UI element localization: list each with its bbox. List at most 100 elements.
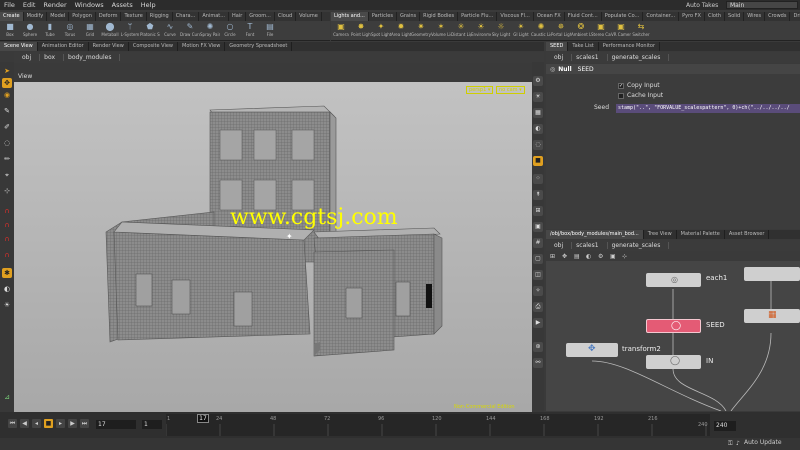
- spot-light-tool[interactable]: ✦ Spot Light: [371, 21, 391, 40]
- shelf-tab-7[interactable]: Chara...: [173, 12, 200, 21]
- shelf-tab-4[interactable]: Deform: [96, 12, 122, 21]
- curve-tool[interactable]: ∿ Curve: [160, 21, 180, 40]
- template-icon[interactable]: ■: [533, 156, 543, 166]
- scene-viewport[interactable]: persp1 ▾ no cam ▾ ✦ Non-Commercial Editi…: [14, 82, 532, 412]
- network-tool-icon-7[interactable]: ⊹: [622, 253, 627, 260]
- shelf-tab-right-1[interactable]: Particles: [369, 12, 397, 21]
- network-tab-1[interactable]: Tree View: [644, 230, 677, 239]
- snapshot-icon[interactable]: ⎙: [533, 302, 543, 312]
- shelf-tab-right-7[interactable]: Fluid Cont...: [565, 12, 602, 21]
- network-tool-icon-3[interactable]: ▤: [574, 253, 580, 260]
- menu-render[interactable]: Render: [39, 1, 70, 9]
- display-icon[interactable]: ◐: [2, 284, 12, 294]
- node-name-field[interactable]: SEED: [578, 66, 594, 73]
- node-transform2[interactable]: ✥: [566, 343, 618, 357]
- handle-icon[interactable]: ✥: [2, 78, 12, 88]
- shelf-tab-right-6[interactable]: Ocean FX: [534, 12, 565, 21]
- shelf-tab-6[interactable]: Rigging: [147, 12, 173, 21]
- metaball-tool[interactable]: ⬤ Metaball: [100, 21, 120, 40]
- go-end-icon[interactable]: ⏭: [80, 419, 89, 428]
- gi-light-tool[interactable]: ✴ GI Light: [511, 21, 531, 40]
- lasso-icon[interactable]: ◌: [2, 138, 12, 148]
- prev-key-icon[interactable]: ◂: [32, 419, 41, 428]
- node-copy[interactable]: ▦: [744, 309, 800, 323]
- environment-light-tool[interactable]: ☀Environmen...: [471, 21, 491, 40]
- current-frame-marker[interactable]: 17: [197, 414, 209, 423]
- auto-takes-toggle[interactable]: Auto Takes: [686, 2, 718, 9]
- lighting-icon[interactable]: ☀: [533, 92, 543, 102]
- switcher-tool[interactable]: ⇆ Switcher: [631, 21, 651, 40]
- magnet-curve-icon[interactable]: ∩: [2, 234, 12, 244]
- node-in[interactable]: ◯: [646, 355, 701, 369]
- snap-icon[interactable]: ⊹: [2, 186, 12, 196]
- lsystem-tool[interactable]: ᛘ L-System: [120, 21, 140, 40]
- measure-icon[interactable]: ⌖: [2, 170, 12, 180]
- menu-assets[interactable]: Assets: [108, 1, 137, 9]
- step-back-icon[interactable]: ◀: [20, 419, 29, 428]
- go-start-icon[interactable]: ⏮: [8, 419, 17, 428]
- points-icon[interactable]: ⁘: [533, 174, 543, 184]
- file-tool[interactable]: ▤ File: [260, 21, 280, 40]
- paint-icon[interactable]: ✏: [2, 154, 12, 164]
- stereo-camera-tool[interactable]: ▣Stereo Cam...: [591, 21, 611, 40]
- auto-update-menu[interactable]: Auto Update: [744, 439, 782, 446]
- network-editor[interactable]: ◎ each1 ◯ SEED ◯ IN ✥ transform2 ▦: [546, 261, 800, 411]
- camera-view-icon[interactable]: ▣: [533, 222, 543, 232]
- normals-icon[interactable]: ↟: [533, 190, 543, 200]
- pose-icon[interactable]: ✎: [2, 106, 12, 116]
- area-light-tool[interactable]: ✹ Area Light: [391, 21, 411, 40]
- pane-tab-1[interactable]: Animation Editor: [38, 42, 89, 51]
- menu-windows[interactable]: Windows: [71, 1, 108, 9]
- point-light-tool[interactable]: ✸ Point Light: [351, 21, 371, 40]
- copy-input-checkbox[interactable]: ✓ Copy Input: [618, 82, 660, 89]
- render-icon[interactable]: ⊛: [533, 342, 543, 352]
- pane-tab-5[interactable]: Geometry Spreadsheet: [225, 42, 293, 51]
- pane-tab-right-0[interactable]: SEED: [546, 42, 569, 51]
- params-path-scales1[interactable]: scales1: [572, 54, 608, 61]
- shelf-tab-right-10[interactable]: Pyro FX: [679, 12, 705, 21]
- view-icon[interactable]: ◉: [2, 90, 12, 100]
- pane-tab-0[interactable]: Scene View: [0, 42, 38, 51]
- shelf-tab-1[interactable]: Modify: [24, 12, 48, 21]
- link-icon[interactable]: ⚯: [533, 358, 543, 368]
- sphere-tool[interactable]: ● Sphere: [20, 21, 40, 40]
- key-icon[interactable]: ⚿: [728, 440, 733, 448]
- distant-light-tool[interactable]: ✳Distant Light: [451, 21, 471, 40]
- network-tool-icon[interactable]: ⊞: [550, 253, 555, 260]
- timeline-ruler[interactable]: 1 24 48 72 96 120 144 168 192 216: [166, 414, 710, 436]
- shelf-tab-right-15[interactable]: Drive Simu...: [790, 12, 800, 21]
- path-obj[interactable]: obj: [18, 54, 41, 61]
- circle-tool[interactable]: ○ Circle: [220, 21, 240, 40]
- shelf-tab-0[interactable]: Create: [0, 12, 24, 21]
- tube-tool[interactable]: ▮ Tube: [40, 21, 60, 40]
- step-field[interactable]: 1: [142, 420, 162, 429]
- shelf-tab-9[interactable]: Hair: [229, 12, 247, 21]
- shelf-tab-5[interactable]: Texture: [121, 12, 147, 21]
- network-tool-icon-6[interactable]: ▣: [610, 253, 616, 260]
- net-path-obj[interactable]: obj: [550, 242, 573, 249]
- end-frame-field[interactable]: 240: [714, 421, 736, 431]
- shelf-tab-right-4[interactable]: Particle Flu...: [458, 12, 498, 21]
- network-tab-2[interactable]: Material Palette: [677, 230, 725, 239]
- box-tool[interactable]: ■ Box: [0, 21, 20, 40]
- sound-icon[interactable]: ♪: [736, 440, 740, 447]
- shelf-tab-right-8[interactable]: Populate Co...: [602, 12, 644, 21]
- shelf-tab-right-0[interactable]: Lights and...: [331, 12, 369, 21]
- visualizer-icon[interactable]: ✧: [533, 286, 543, 296]
- network-tool-icon-2[interactable]: ✥: [562, 253, 567, 260]
- shelf-tab-3[interactable]: Polygon: [69, 12, 96, 21]
- spray-paint-tool[interactable]: ✺Spray Paint: [200, 21, 220, 40]
- menu-file[interactable]: File: [0, 1, 19, 9]
- shelf-tab-11[interactable]: Cloud: [275, 12, 297, 21]
- snap-mode-icon[interactable]: ✱: [2, 268, 12, 278]
- pane-tab-2[interactable]: Render View: [89, 42, 129, 51]
- play-icon[interactable]: ▶: [68, 419, 77, 428]
- node-each1[interactable]: ◎: [646, 273, 701, 287]
- platonic-tool[interactable]: ⬟Platonic Sol...: [140, 21, 160, 40]
- shelf-tab-right-11[interactable]: Cloth: [705, 12, 726, 21]
- pane-tab-4[interactable]: Motion FX View: [178, 42, 226, 51]
- network-tool-icon-4[interactable]: ◐: [586, 253, 591, 260]
- shading-icon[interactable]: ◐: [533, 124, 543, 134]
- params-path-obj[interactable]: obj: [550, 54, 573, 61]
- magnet-icon[interactable]: ∩: [2, 206, 12, 216]
